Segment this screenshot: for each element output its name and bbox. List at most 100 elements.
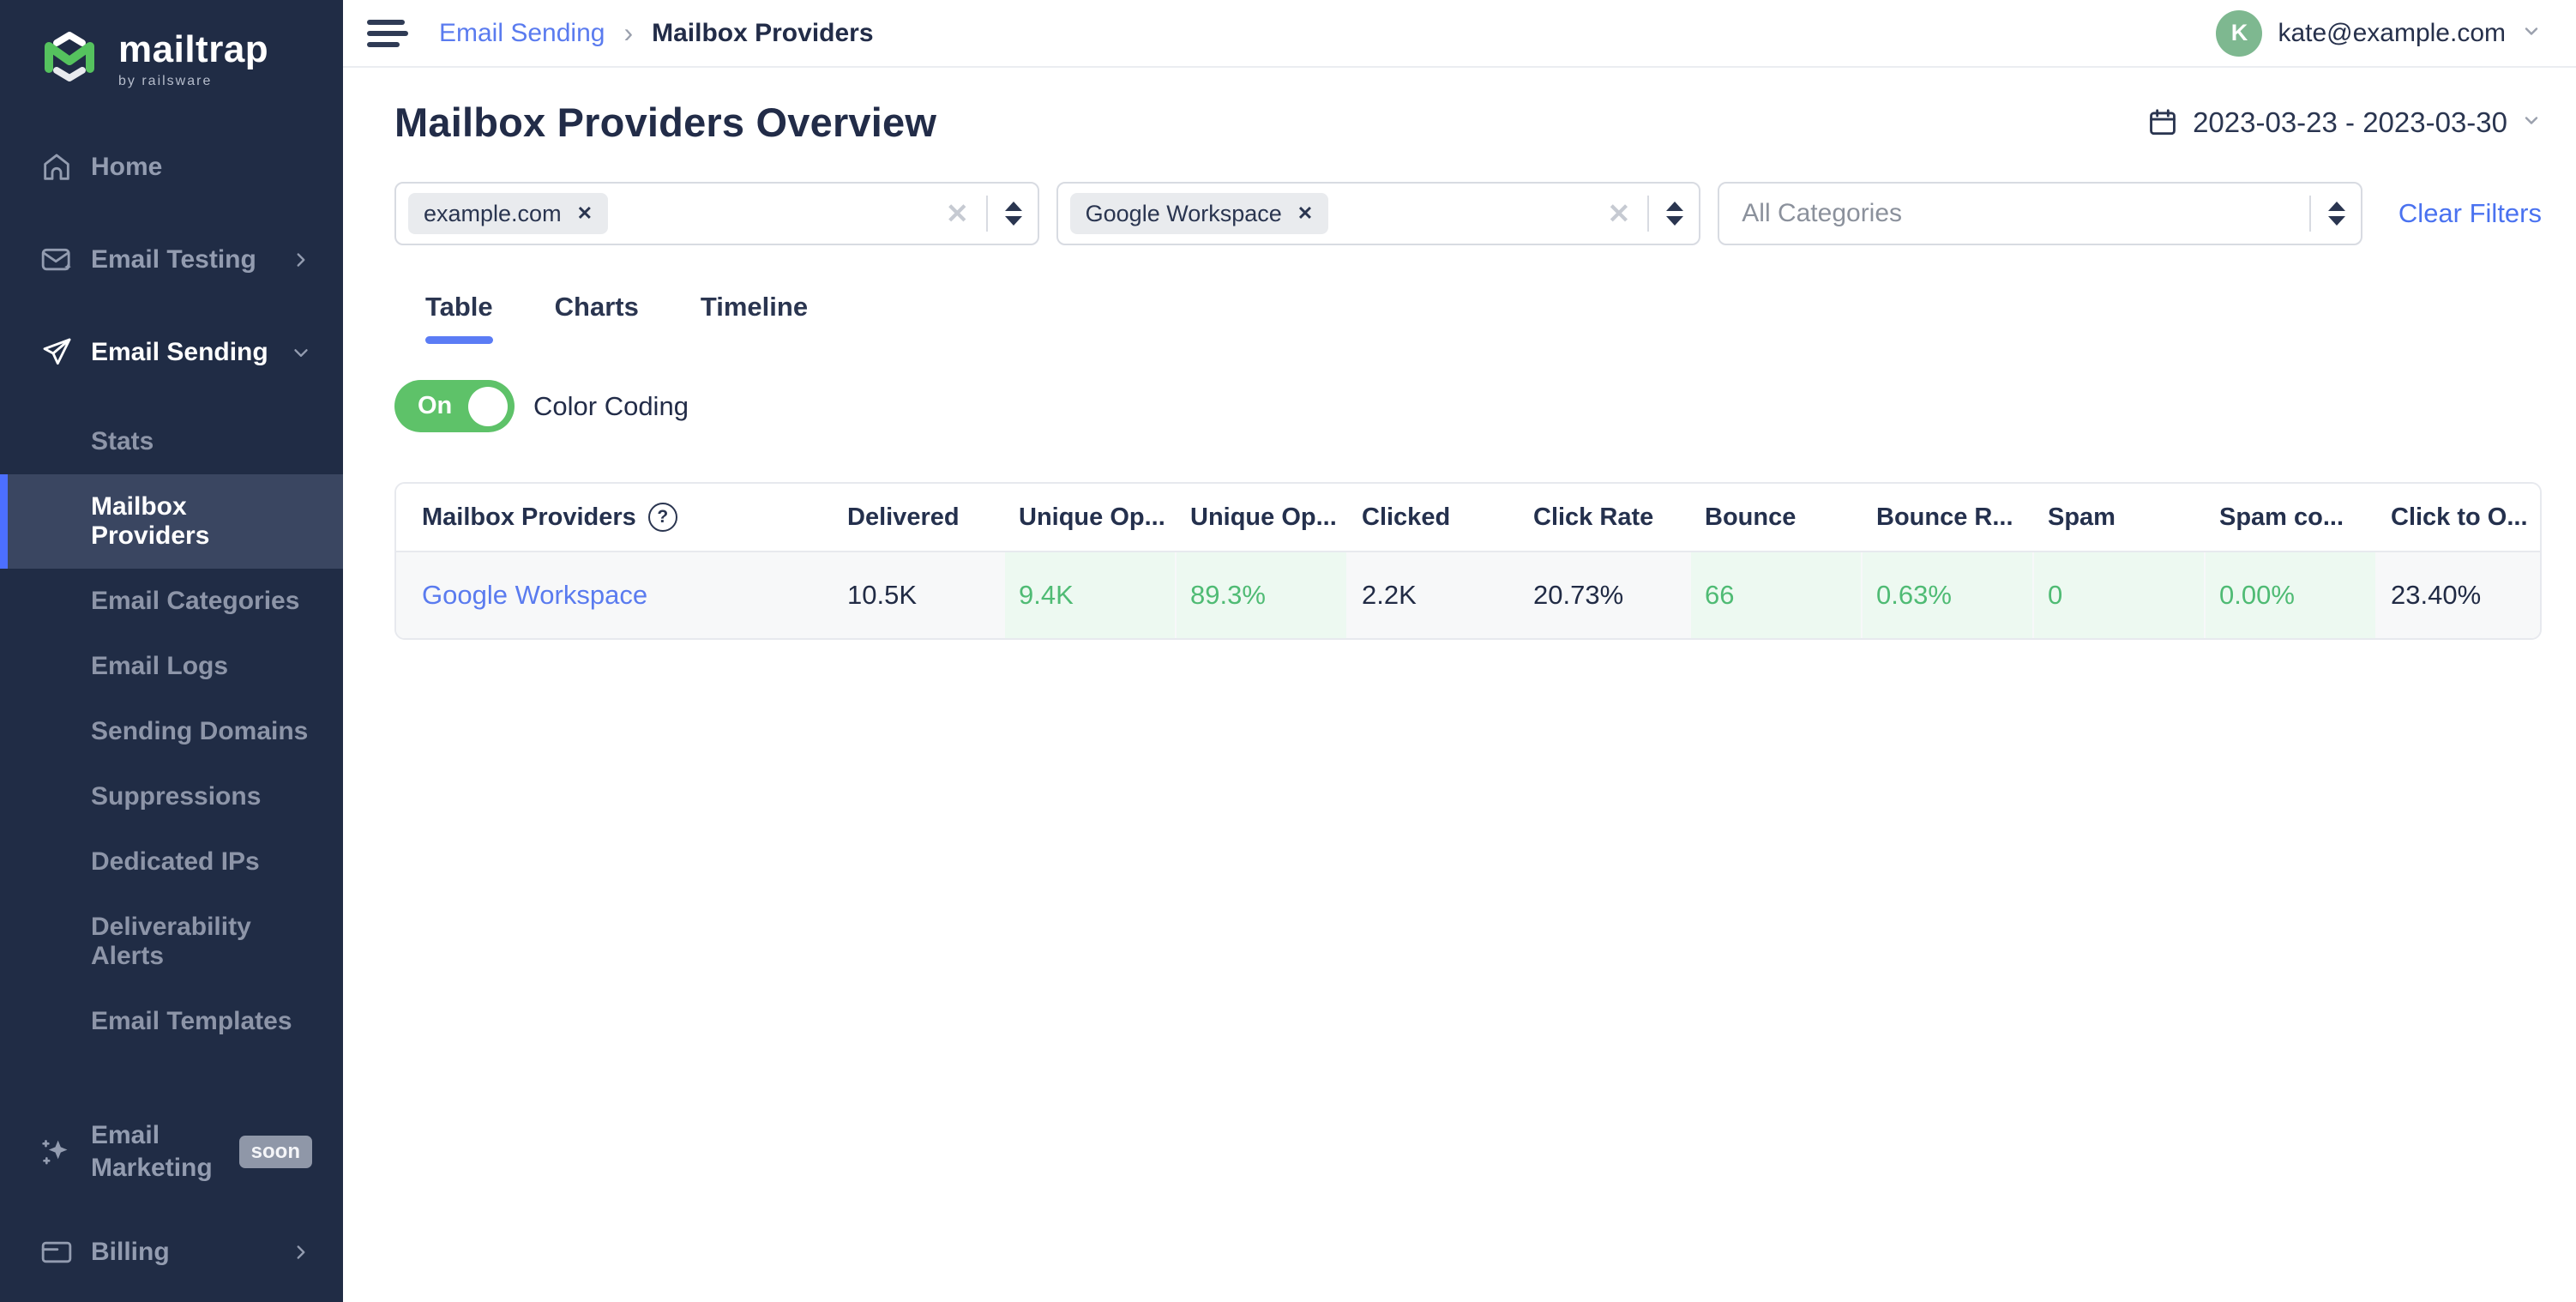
clear-select-icon[interactable]: ✕ [946, 197, 969, 230]
content: Mailbox Providers Overview 2023-03-23 - … [343, 68, 2576, 640]
provider-filter-chip: Google Workspace ✕ [1070, 193, 1329, 234]
avatar: K [2216, 10, 2262, 57]
color-coding-label: Color Coding [533, 391, 689, 422]
divider [2309, 196, 2311, 232]
sidebar-item-label: Email Templates [91, 1007, 292, 1035]
home-icon [38, 148, 75, 186]
cell-click-to-open: 23.40% [2375, 580, 2540, 611]
divider [1647, 196, 1649, 232]
sidebar: mailtrap by railsware Home Email Testing… [0, 0, 343, 1302]
sidebar-item-label: Stats [91, 427, 153, 455]
column-header-clicked: Clicked [1346, 503, 1518, 532]
column-header-click-rate: Click Rate [1518, 503, 1689, 532]
select-arrows-icon[interactable] [1666, 202, 1683, 226]
sidebar-item-email-sending[interactable]: Email Sending [0, 316, 343, 389]
clear-select-icon[interactable]: ✕ [1607, 197, 1630, 230]
sidebar-item-label: Suppressions [91, 782, 261, 811]
sidebar-item-label: Deliverability Alerts [91, 913, 251, 970]
remove-chip-icon[interactable]: ✕ [1297, 202, 1313, 225]
email-testing-icon [38, 241, 75, 279]
cell-delivered: 10.5K [832, 580, 1003, 611]
sidebar-item-suppressions[interactable]: Suppressions [0, 764, 343, 829]
breadcrumb-email-sending[interactable]: Email Sending [439, 19, 605, 48]
sidebar-item-dedicated-ips[interactable]: Dedicated IPs [0, 829, 343, 895]
chevron-down-icon [2521, 21, 2542, 45]
date-range-picker[interactable]: 2023-03-23 - 2023-03-30 [2146, 106, 2542, 139]
clear-filters-link[interactable]: Clear Filters [2398, 198, 2542, 229]
user-email: kate@example.com [2278, 19, 2506, 48]
cell-unique-open-rate: 89.3% [1175, 552, 1346, 638]
sidebar-item-sending-domains[interactable]: Sending Domains [0, 699, 343, 764]
category-placeholder: All Categories [1731, 199, 1902, 228]
tabs: Table Charts Timeline [394, 292, 2542, 344]
provider-filter-select[interactable]: Google Workspace ✕ ✕ [1056, 182, 1701, 245]
remove-chip-icon[interactable]: ✕ [577, 202, 593, 225]
color-coding-toggle[interactable]: On [394, 380, 515, 432]
table-header-row: Mailbox Providers ? Delivered Unique Op.… [396, 484, 2540, 552]
date-range-value: 2023-03-23 - 2023-03-30 [2193, 106, 2507, 139]
sidebar-item-label: Mailbox Providers [91, 492, 209, 550]
providers-table: Mailbox Providers ? Delivered Unique Op.… [394, 482, 2542, 640]
cell-spam: 0 [2032, 552, 2204, 638]
breadcrumb-separator: › [623, 17, 633, 49]
tab-table[interactable]: Table [394, 292, 524, 344]
help-icon[interactable]: ? [648, 503, 677, 532]
cell-bounce: 66 [1689, 552, 1861, 638]
column-header-bounce-rate: Bounce R... [1861, 503, 2032, 532]
divider [986, 196, 988, 232]
sidebar-item-label: Email Marketing [91, 1119, 237, 1184]
cell-clicked: 2.2K [1346, 580, 1518, 611]
select-arrows-icon[interactable] [1005, 202, 1022, 226]
email-sending-icon [38, 334, 75, 371]
topbar: Email Sending › Mailbox Providers K kate… [343, 0, 2576, 68]
sidebar-item-label: Email Sending [91, 338, 268, 367]
page-title: Mailbox Providers Overview [394, 99, 936, 146]
column-header-bounce: Bounce [1689, 503, 1861, 532]
color-coding-row: On Color Coding [394, 380, 2542, 432]
sidebar-item-label: Email Testing [91, 245, 256, 274]
sidebar-item-billing[interactable]: Billing [0, 1216, 343, 1288]
column-header-click-to-open: Click to O... [2375, 503, 2540, 532]
logo[interactable]: mailtrap by railsware [0, 0, 343, 112]
sidebar-item-email-categories[interactable]: Email Categories [0, 569, 343, 634]
sidebar-item-label: Email Categories [91, 587, 299, 615]
user-menu[interactable]: K kate@example.com [2216, 10, 2542, 57]
sidebar-item-mailbox-providers[interactable]: Mailbox Providers [0, 474, 343, 569]
column-header-unique-open-rate: Unique Op... [1175, 503, 1346, 532]
provider-link[interactable]: Google Workspace [396, 580, 832, 611]
calendar-icon [2146, 106, 2179, 139]
sidebar-item-label: Billing [91, 1238, 170, 1267]
menu-toggle-icon[interactable] [367, 20, 408, 47]
sidebar-item-stats[interactable]: Stats [0, 409, 343, 474]
cell-spam-rate: 0.00% [2204, 552, 2375, 638]
category-filter-select[interactable]: All Categories [1718, 182, 2362, 245]
chevron-down-icon [290, 341, 312, 364]
column-header-spam: Spam [2032, 503, 2204, 532]
filters-row: example.com ✕ ✕ Google Workspace ✕ ✕ [394, 182, 2542, 245]
column-header-mailbox-providers: Mailbox Providers ? [396, 503, 832, 532]
breadcrumb: Email Sending › Mailbox Providers [439, 17, 874, 49]
credit-card-icon [38, 1233, 75, 1271]
sidebar-item-email-templates[interactable]: Email Templates [0, 989, 343, 1054]
breadcrumb-current: Mailbox Providers [652, 19, 873, 48]
brand-name: mailtrap [118, 31, 268, 69]
table-row: Google Workspace 10.5K 9.4K 89.3% 2.2K 2… [396, 552, 2540, 638]
sidebar-item-email-logs[interactable]: Email Logs [0, 634, 343, 699]
brand-byline: by railsware [118, 74, 268, 89]
domain-filter-chip: example.com ✕ [408, 193, 608, 234]
mailtrap-logo-icon [38, 29, 101, 90]
column-header-unique-opens: Unique Op... [1003, 503, 1175, 532]
tab-charts[interactable]: Charts [524, 292, 670, 344]
sidebar-item-home[interactable]: Home [0, 131, 343, 203]
sidebar-item-deliverability-alerts[interactable]: Deliverability Alerts [0, 895, 343, 989]
tab-timeline[interactable]: Timeline [670, 292, 839, 344]
toggle-knob [468, 387, 508, 426]
sidebar-item-email-testing[interactable]: Email Testing [0, 224, 343, 296]
column-header-spam-rate: Spam co... [2204, 503, 2375, 532]
select-arrows-icon[interactable] [2328, 202, 2345, 226]
domain-filter-select[interactable]: example.com ✕ ✕ [394, 182, 1039, 245]
cell-click-rate: 20.73% [1518, 580, 1689, 611]
chevron-down-icon [2521, 110, 2542, 135]
sidebar-item-label: Sending Domains [91, 717, 308, 745]
sidebar-item-email-marketing[interactable]: Email Marketing soon [0, 1102, 343, 1201]
